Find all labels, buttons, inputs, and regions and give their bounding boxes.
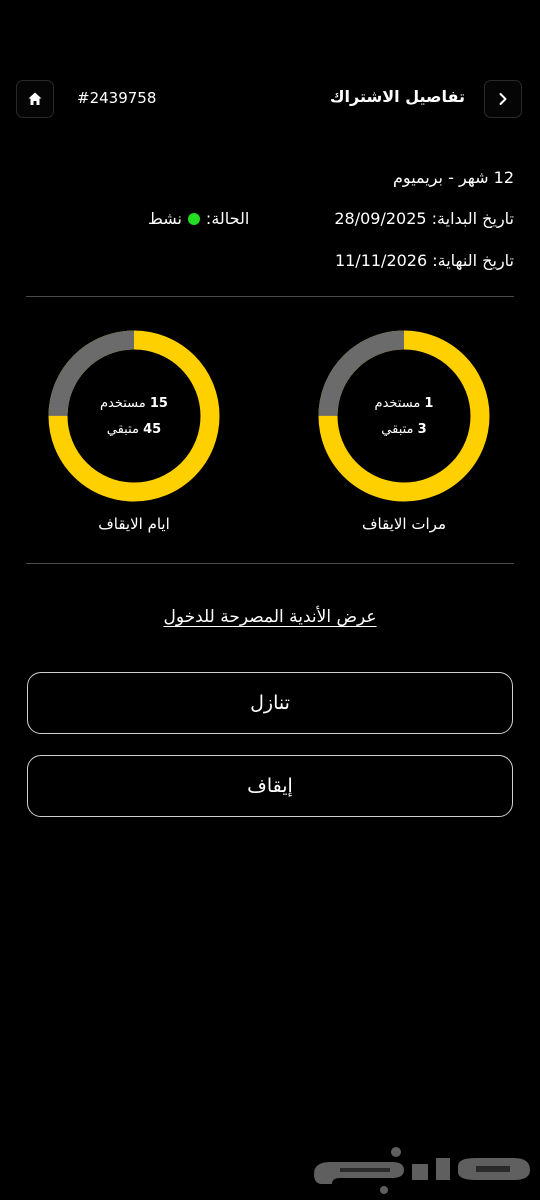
divider-bottom	[26, 563, 514, 564]
end-date-value: 11/11/2026	[334, 251, 428, 270]
freeze-days-label: ايام الايقاف	[98, 515, 170, 533]
subscription-id: #2439758	[77, 89, 157, 107]
transfer-button[interactable]: تنازل	[27, 672, 513, 734]
start-date-value: 28/09/2025	[334, 209, 427, 228]
freeze-days-remaining-label: متبقي	[106, 422, 139, 437]
allowed-clubs-link[interactable]: عرض الأندية المصرحة للدخول	[0, 607, 540, 627]
freeze-days-remaining-value: 45	[143, 422, 162, 437]
freezes-count-remaining-label: متبقي	[381, 422, 414, 437]
status-value: نشط	[148, 209, 182, 228]
freezes-count-remaining-value: 3	[417, 422, 427, 437]
plan-name: 12 شهر - بريميوم	[393, 168, 514, 187]
freeze-days-remaining-text: 45 متبقي	[48, 422, 220, 437]
back-button[interactable]	[484, 80, 522, 118]
freezes-count-used-value: 1	[424, 396, 434, 411]
freeze-days-used-value: 15	[149, 396, 168, 411]
home-icon	[28, 92, 42, 105]
status-row: الحالة: نشط	[148, 209, 249, 228]
freeze-button[interactable]: إيقاف	[27, 755, 513, 817]
freezes-count-ring	[318, 330, 490, 502]
start-date-label: تاريخ البداية:	[431, 209, 514, 228]
freezes-count-label: مرات الايقاف	[362, 515, 446, 533]
end-date-row: تاريخ النهاية: 11/11/2026	[335, 251, 514, 270]
page-title: تفاصيل الاشتراك	[329, 87, 465, 106]
haraj-watermark-logo	[300, 1140, 540, 1196]
start-date-row: تاريخ البداية: 28/09/2025	[334, 209, 514, 228]
freezes-count-donut: 1 مستخدم 3 متبقي	[318, 330, 490, 502]
freeze-days-used-text: 15 مستخدم	[48, 396, 220, 411]
status-label: الحالة:	[205, 209, 250, 228]
divider-top	[26, 296, 514, 297]
freeze-days-ring	[48, 330, 220, 502]
haraj-logo-icon	[314, 1147, 530, 1194]
freezes-count-remaining-text: 3 متبقي	[318, 422, 490, 437]
end-date-label: تاريخ النهاية:	[432, 251, 514, 270]
status-dot	[187, 213, 200, 225]
freeze-days-donut: 15 مستخدم 45 متبقي	[48, 330, 220, 502]
freezes-count-used-label: مستخدم	[374, 396, 421, 411]
freeze-days-used-label: مستخدم	[100, 396, 146, 411]
chevron-right-icon	[499, 93, 507, 105]
home-button[interactable]	[16, 80, 54, 118]
freezes-count-used-text: 1 مستخدم	[318, 396, 490, 411]
